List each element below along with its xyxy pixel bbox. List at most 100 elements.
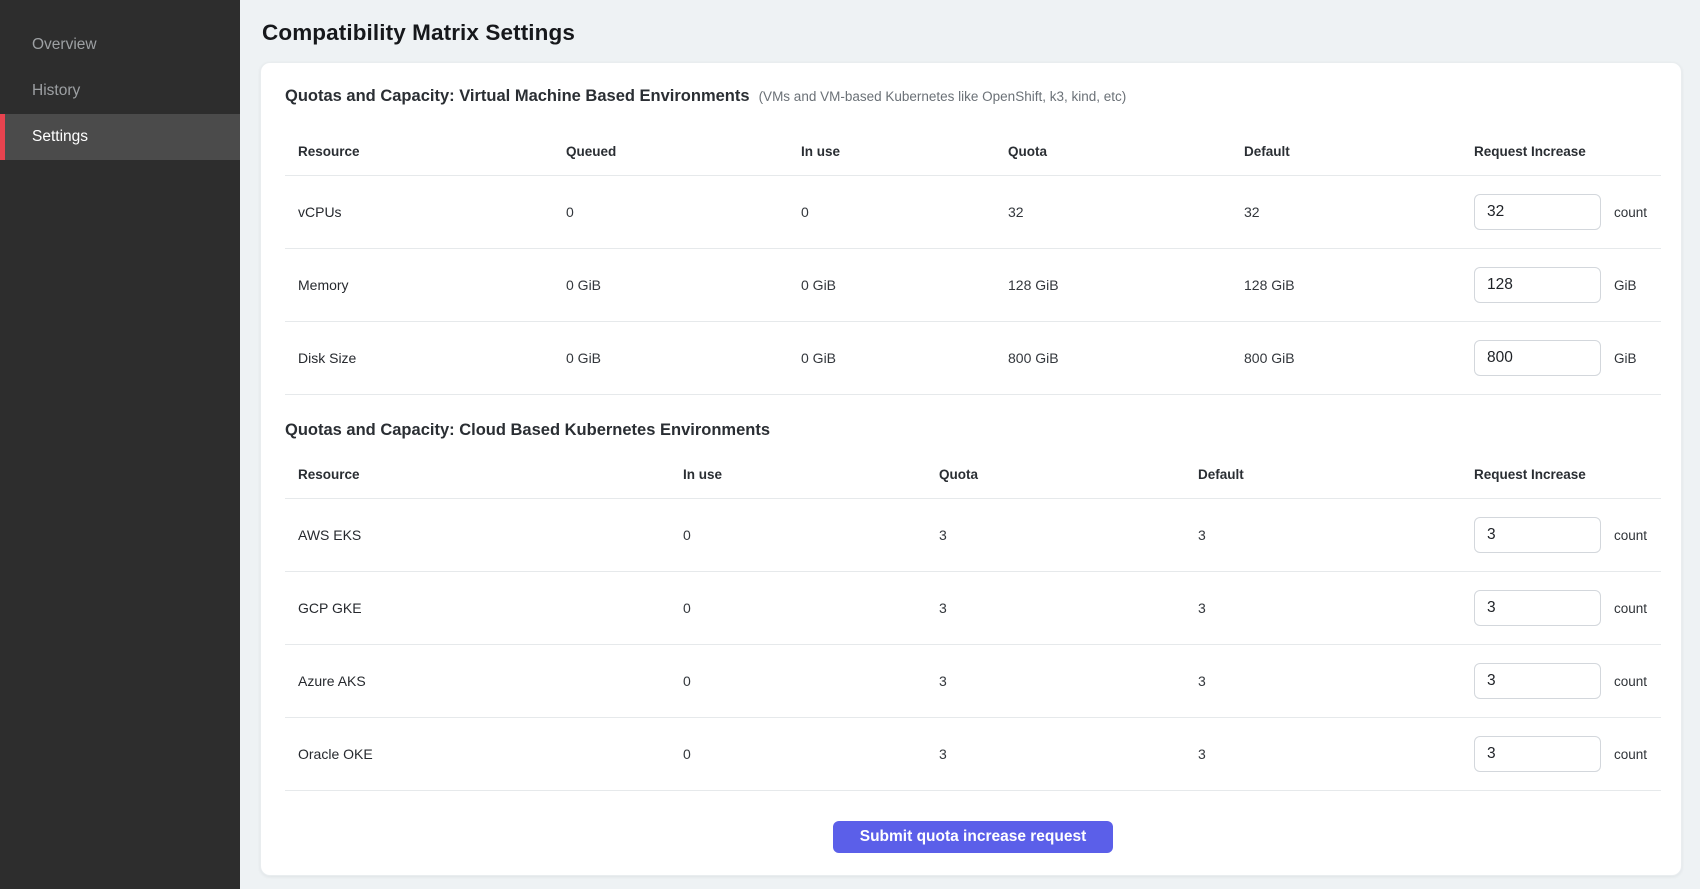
cell-quota: 3 [939,718,1198,791]
sidebar-nav: Overview History Settings [0,22,240,160]
cell-request-increase: count [1474,645,1661,718]
cloud-section-heading: Quotas and Capacity: Cloud Based Kuberne… [285,421,770,440]
request-increase-input[interactable] [1474,736,1601,772]
unit-label: count [1614,528,1647,543]
cell-resource: Disk Size [285,322,566,395]
cell-request-increase: count [1474,499,1661,572]
cell-in-use: 0 [683,645,939,718]
cell-quota: 3 [939,572,1198,645]
cell-in-use: 0 [683,499,939,572]
cell-default: 3 [1198,718,1474,791]
table-row: Azure AKS033count [285,645,1661,718]
cell-request-increase: count [1474,176,1661,249]
column-header-default: Default [1244,120,1474,176]
cell-resource: GCP GKE [285,572,683,645]
table-row: Memory0 GiB0 GiB128 GiB128 GiBGiB [285,249,1661,322]
cell-default: 800 GiB [1244,322,1474,395]
cloud-section-header: Quotas and Capacity: Cloud Based Kuberne… [285,421,1661,440]
cell-request-increase: count [1474,572,1661,645]
unit-label: count [1614,674,1647,689]
table-row: Oracle OKE033count [285,718,1661,791]
request-increase-input[interactable] [1474,194,1601,230]
column-header-request-increase: Request Increase [1474,454,1661,499]
column-header-in-use: In use [683,454,939,499]
cell-in-use: 0 GiB [801,249,1008,322]
vm-section-heading: Quotas and Capacity: Virtual Machine Bas… [285,87,750,106]
cell-resource: Oracle OKE [285,718,683,791]
vm-section-subtitle: (VMs and VM-based Kubernetes like OpenSh… [759,89,1127,104]
cloud-quota-table: ResourceIn useQuotaDefaultRequest Increa… [285,454,1661,791]
sidebar-item-label: History [32,82,80,100]
cell-queued: 0 GiB [566,322,801,395]
submit-quota-increase-button[interactable]: Submit quota increase request [833,821,1114,853]
column-header-in-use: In use [801,120,1008,176]
settings-card: Quotas and Capacity: Virtual Machine Bas… [260,62,1682,876]
cell-queued: 0 [566,176,801,249]
cell-in-use: 0 [683,572,939,645]
cell-resource: Memory [285,249,566,322]
cell-in-use: 0 [683,718,939,791]
cell-default: 128 GiB [1244,249,1474,322]
cell-quota: 3 [939,499,1198,572]
cell-quota: 128 GiB [1008,249,1244,322]
cell-default: 32 [1244,176,1474,249]
column-header-resource: Resource [285,454,683,499]
table-header-row: ResourceIn useQuotaDefaultRequest Increa… [285,454,1661,499]
table-row: vCPUs003232count [285,176,1661,249]
request-increase-input[interactable] [1474,340,1601,376]
cell-in-use: 0 [801,176,1008,249]
main-content: Compatibility Matrix Settings Quotas and… [240,0,1700,876]
vm-section-header: Quotas and Capacity: Virtual Machine Bas… [285,87,1661,106]
sidebar-item-label: Overview [32,36,97,54]
unit-label: count [1614,601,1647,616]
column-header-queued: Queued [566,120,801,176]
cell-default: 3 [1198,645,1474,718]
unit-label: GiB [1614,278,1637,293]
request-increase-control: GiB [1474,267,1661,303]
unit-label: count [1614,205,1647,220]
cell-default: 3 [1198,572,1474,645]
request-increase-control: count [1474,736,1661,772]
cell-resource: AWS EKS [285,499,683,572]
request-increase-control: GiB [1474,340,1661,376]
column-header-quota: Quota [939,454,1198,499]
table-header-row: ResourceQueuedIn useQuotaDefaultRequest … [285,120,1661,176]
column-header-quota: Quota [1008,120,1244,176]
sidebar-item-overview[interactable]: Overview [0,22,240,68]
column-header-request-increase: Request Increase [1474,120,1661,176]
unit-label: count [1614,747,1647,762]
submit-row: Submit quota increase request [285,791,1661,853]
column-header-default: Default [1198,454,1474,499]
sidebar-item-history[interactable]: History [0,68,240,114]
request-increase-control: count [1474,590,1661,626]
table-row: GCP GKE033count [285,572,1661,645]
cell-resource: vCPUs [285,176,566,249]
request-increase-input[interactable] [1474,590,1601,626]
vm-quota-section: Quotas and Capacity: Virtual Machine Bas… [285,87,1661,395]
request-increase-control: count [1474,663,1661,699]
cell-quota: 800 GiB [1008,322,1244,395]
cell-resource: Azure AKS [285,645,683,718]
request-increase-input[interactable] [1474,267,1601,303]
request-increase-control: count [1474,517,1661,553]
cell-in-use: 0 GiB [801,322,1008,395]
cell-default: 3 [1198,499,1474,572]
cell-request-increase: count [1474,718,1661,791]
request-increase-control: count [1474,194,1661,230]
vm-quota-table: ResourceQueuedIn useQuotaDefaultRequest … [285,120,1661,395]
sidebar: Overview History Settings [0,0,240,889]
page-title: Compatibility Matrix Settings [262,20,1682,46]
table-row: AWS EKS033count [285,499,1661,572]
sidebar-item-settings[interactable]: Settings [0,114,240,160]
column-header-resource: Resource [285,120,566,176]
table-row: Disk Size0 GiB0 GiB800 GiB800 GiBGiB [285,322,1661,395]
request-increase-input[interactable] [1474,663,1601,699]
sidebar-item-label: Settings [32,128,88,146]
cell-queued: 0 GiB [566,249,801,322]
unit-label: GiB [1614,351,1637,366]
cell-quota: 32 [1008,176,1244,249]
cell-request-increase: GiB [1474,322,1661,395]
cell-quota: 3 [939,645,1198,718]
cell-request-increase: GiB [1474,249,1661,322]
request-increase-input[interactable] [1474,517,1601,553]
